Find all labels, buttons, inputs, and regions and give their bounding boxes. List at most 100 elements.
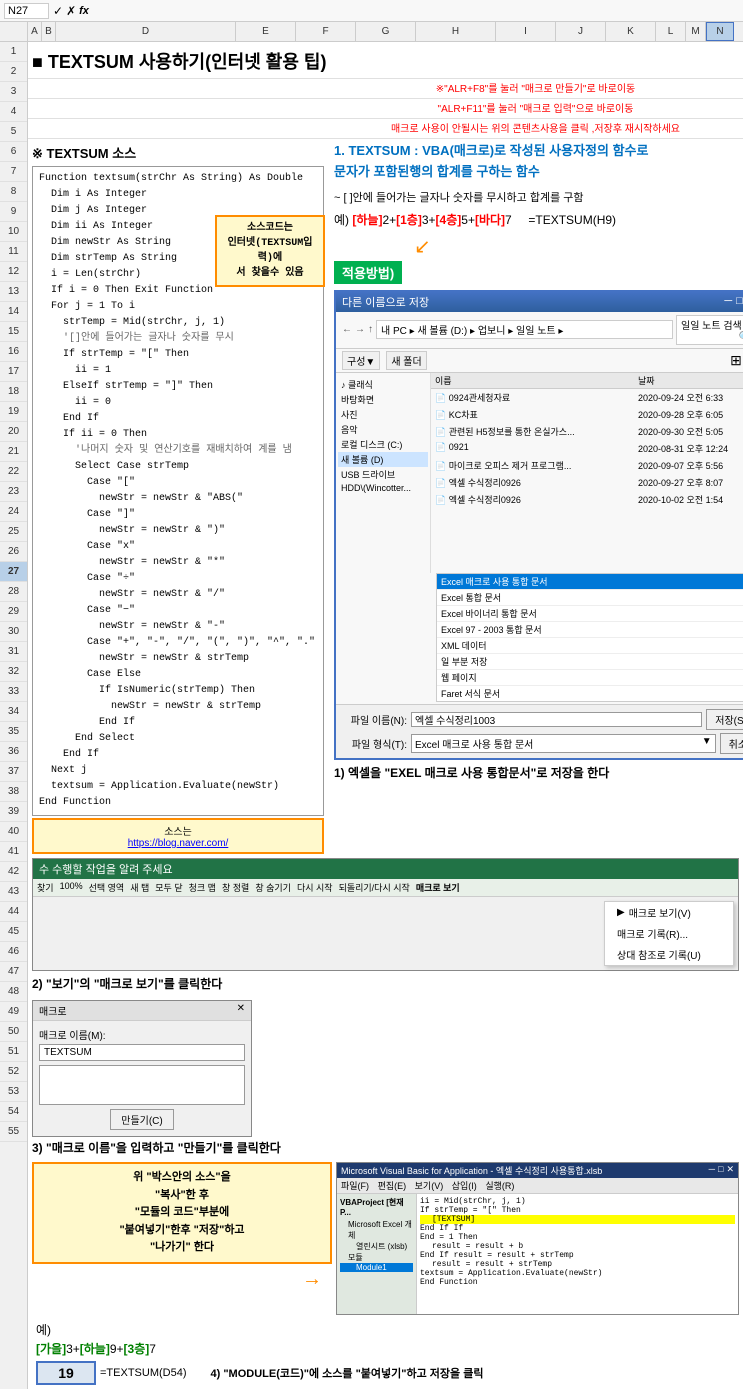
- sidebar-item-c[interactable]: 로컬 디스크 (C:): [338, 437, 428, 452]
- row-54[interactable]: 54: [0, 1102, 27, 1122]
- format-dropdown[interactable]: Excel 매크로 사용 통합 문서 Excel 통합 문서 Excel 바이너…: [436, 573, 743, 702]
- vba-tree-excel-objects[interactable]: Microsoft Excel 개체: [340, 1219, 413, 1241]
- row-21[interactable]: 21: [0, 442, 27, 462]
- row-45[interactable]: 45: [0, 922, 27, 942]
- row-32[interactable]: 32: [0, 662, 27, 682]
- col-header-j[interactable]: J: [556, 22, 606, 41]
- row-6[interactable]: 6: [0, 142, 27, 162]
- row-43[interactable]: 43: [0, 882, 27, 902]
- row-25[interactable]: 25: [0, 522, 27, 542]
- sidebar-item-desktop[interactable]: 바탕화면: [338, 392, 428, 407]
- ribbon-tab-2[interactable]: 100%: [60, 881, 83, 894]
- vba-tree-modules[interactable]: 모듈: [340, 1252, 413, 1263]
- ribbon-tab-5[interactable]: 모두 닫: [155, 881, 182, 894]
- ribbon-tab-9[interactable]: 다시 시작: [297, 881, 333, 894]
- row-22[interactable]: 22: [0, 462, 27, 482]
- format-option-1[interactable]: Excel 통합 문서: [437, 589, 743, 605]
- row-31[interactable]: 31: [0, 642, 27, 662]
- row-8[interactable]: 8: [0, 182, 27, 202]
- col-header-f[interactable]: F: [296, 22, 356, 41]
- row-23[interactable]: 23: [0, 482, 27, 502]
- col-header-h[interactable]: H: [416, 22, 496, 41]
- sidebar-item-d[interactable]: 새 볼륨 (D): [338, 452, 428, 467]
- row-19[interactable]: 19: [0, 402, 27, 422]
- file-item-7[interactable]: 📄 엑셀 수식정리0926 2020-10-02 오전 1:54: [431, 491, 743, 508]
- row-20[interactable]: 20: [0, 422, 27, 442]
- filename-input[interactable]: [411, 712, 702, 727]
- row-18[interactable]: 18: [0, 382, 27, 402]
- format-option-5[interactable]: 일 부분 저장: [437, 653, 743, 669]
- ribbon-tab-10[interactable]: 되돌리기/다시 시작: [339, 881, 410, 894]
- context-menu-item-2[interactable]: 매크로 기록(R)...: [605, 923, 733, 944]
- file-item-1[interactable]: 📄 0924관세청자료 2020-09-24 오전 6:33: [431, 389, 743, 406]
- row-37[interactable]: 37: [0, 762, 27, 782]
- col-header-g[interactable]: G: [356, 22, 416, 41]
- ribbon-tab-3[interactable]: 선택 영역: [89, 881, 125, 894]
- col-header-i[interactable]: I: [496, 22, 556, 41]
- filetype-select[interactable]: Excel 매크로 사용 통합 문서 ▼: [411, 734, 716, 753]
- vba-maximize[interactable]: □: [718, 1164, 723, 1177]
- view-icon[interactable]: ⊞: [730, 352, 742, 369]
- row-51[interactable]: 51: [0, 1042, 27, 1062]
- row-49[interactable]: 49: [0, 1002, 27, 1022]
- format-option-2[interactable]: Excel 바이너리 통합 문서: [437, 605, 743, 621]
- row-4[interactable]: 4: [0, 102, 27, 122]
- vba-close[interactable]: ✕: [726, 1164, 734, 1177]
- col-header-m[interactable]: M: [686, 22, 706, 41]
- row-30[interactable]: 30: [0, 622, 27, 642]
- vba-menu-insert[interactable]: 삽입(I): [452, 1181, 477, 1191]
- sidebar-item-music2[interactable]: 음악: [338, 422, 428, 437]
- format-option-4[interactable]: XML 데이터: [437, 637, 743, 653]
- format-option-6[interactable]: 웹 페이지: [437, 669, 743, 685]
- context-menu-item-1[interactable]: ▶ 매크로 보기(V): [605, 902, 733, 923]
- file-item-4[interactable]: 📄 0921 2020-08-31 오후 12:24: [431, 440, 743, 457]
- col-header-b[interactable]: B: [42, 22, 56, 41]
- macro-name-input[interactable]: [39, 1044, 245, 1061]
- row-50[interactable]: 50: [0, 1022, 27, 1042]
- row-9[interactable]: 9: [0, 202, 27, 222]
- row-39[interactable]: 39: [0, 802, 27, 822]
- row-11[interactable]: 11: [0, 242, 27, 262]
- format-option-3[interactable]: Excel 97 - 2003 통합 문서: [437, 621, 743, 637]
- context-menu-item-3[interactable]: 상대 참조로 기록(U): [605, 944, 733, 965]
- col-header-d[interactable]: D: [56, 22, 236, 41]
- sidebar-item-music[interactable]: ♪ 클래식: [338, 377, 428, 392]
- row-33[interactable]: 33: [0, 682, 27, 702]
- row-5[interactable]: 5: [0, 122, 27, 142]
- row-2[interactable]: 2: [0, 62, 27, 82]
- vba-tree-sheet[interactable]: 열린시트 (xlsb): [340, 1241, 413, 1252]
- file-item-6[interactable]: 📄 엑셀 수식정리0926 2020-09-27 오후 8:07: [431, 474, 743, 491]
- row-47[interactable]: 47: [0, 962, 27, 982]
- row-12[interactable]: 12: [0, 262, 27, 282]
- macro-dialog-close[interactable]: ✕: [237, 1003, 245, 1018]
- row-46[interactable]: 46: [0, 942, 27, 962]
- sidebar-item-photos[interactable]: 사진: [338, 407, 428, 422]
- row-52[interactable]: 52: [0, 1062, 27, 1082]
- minimize-btn[interactable]: ─: [724, 295, 732, 308]
- row-41[interactable]: 41: [0, 842, 27, 862]
- vba-menu-file[interactable]: 파일(F): [341, 1181, 369, 1191]
- col-header-a[interactable]: A: [28, 22, 42, 41]
- sidebar-item-usb[interactable]: USB 드라이브: [338, 467, 428, 482]
- ribbon-tab-6[interactable]: 청크 맵: [189, 881, 216, 894]
- col-header-n[interactable]: N: [706, 22, 734, 41]
- cross-icon[interactable]: ✗: [66, 4, 76, 18]
- row-48[interactable]: 48: [0, 982, 27, 1002]
- row-1[interactable]: 1: [0, 42, 27, 62]
- format-option-7[interactable]: Faret 서식 문서: [437, 685, 743, 701]
- row-38[interactable]: 38: [0, 782, 27, 802]
- row-53[interactable]: 53: [0, 1082, 27, 1102]
- ribbon-tab-4[interactable]: 새 탭: [130, 881, 149, 894]
- organize-btn[interactable]: 구성▼: [342, 351, 380, 370]
- row-7[interactable]: 7: [0, 162, 27, 182]
- row-29[interactable]: 29: [0, 602, 27, 622]
- save-button[interactable]: 저장(S): [706, 709, 743, 730]
- checkmark-icon[interactable]: ✓: [53, 4, 63, 18]
- row-34[interactable]: 34: [0, 702, 27, 722]
- row-3[interactable]: 3: [0, 82, 27, 102]
- row-40[interactable]: 40: [0, 822, 27, 842]
- sidebar-item-hdd[interactable]: HDD\(Wincotter...: [338, 482, 428, 494]
- new-folder-btn[interactable]: 새 폴더: [386, 351, 426, 370]
- col-header-l[interactable]: L: [656, 22, 686, 41]
- row-24[interactable]: 24: [0, 502, 27, 522]
